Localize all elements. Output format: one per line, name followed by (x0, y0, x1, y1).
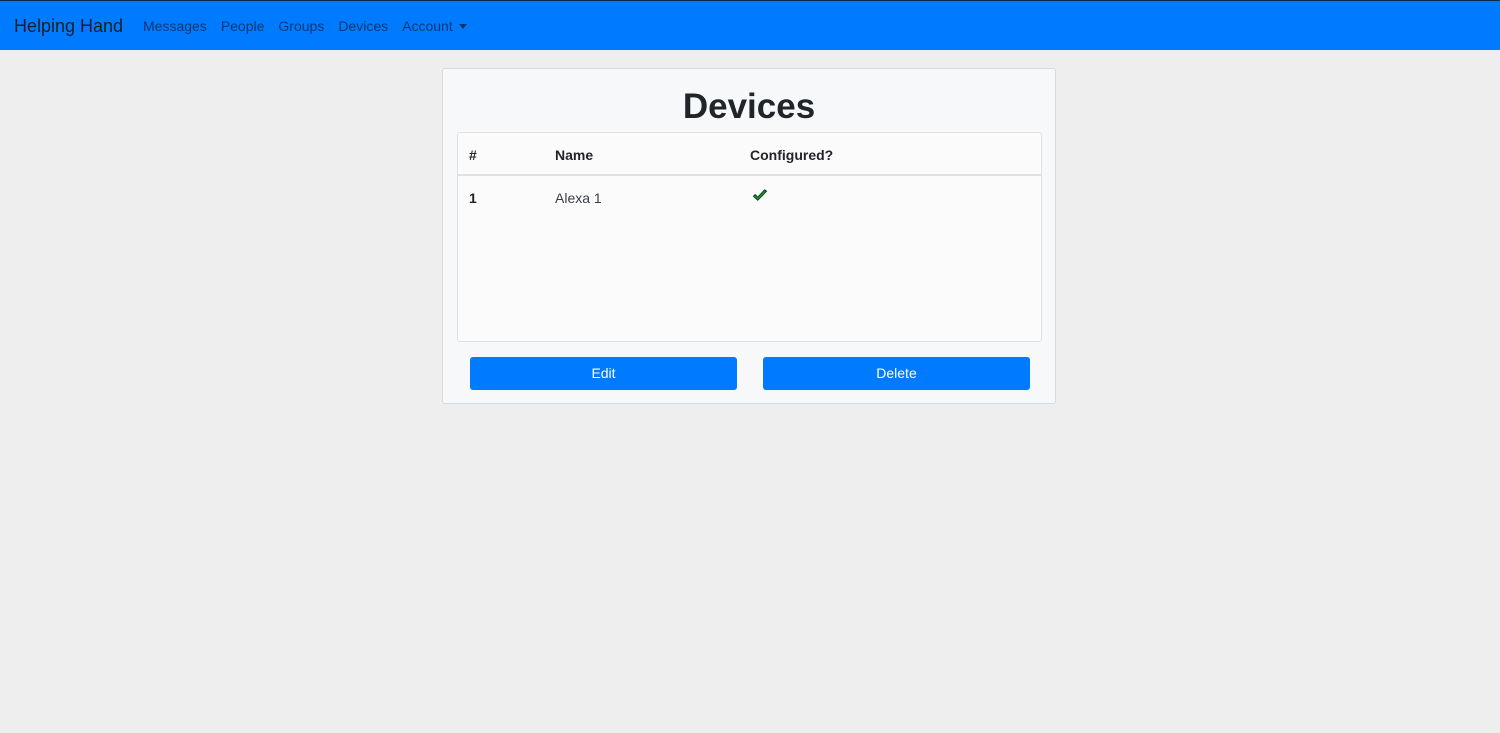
nav-link-messages[interactable]: Messages (143, 17, 207, 35)
nav-link-devices[interactable]: Devices (338, 17, 388, 35)
table-row[interactable]: 1 Alexa 1 (458, 176, 1041, 218)
devices-card: Devices # Name Configured? 1 Alexa 1 Edi… (442, 68, 1056, 404)
devices-table: # Name Configured? 1 Alexa 1 (457, 132, 1042, 342)
caret-down-icon (458, 24, 467, 29)
nav-dropdown-account[interactable]: Account (402, 17, 467, 35)
column-header-number: # (469, 147, 477, 163)
device-number: 1 (469, 190, 477, 206)
nav-links: Messages People Groups Devices Account (143, 17, 481, 35)
nav-link-groups[interactable]: Groups (278, 17, 324, 35)
column-header-name: Name (555, 147, 594, 163)
edit-button[interactable]: Edit (470, 357, 737, 390)
delete-button[interactable]: Delete (763, 357, 1030, 390)
nav-link-people[interactable]: People (221, 17, 265, 35)
page-title: Devices (682, 87, 816, 126)
table-header: # Name Configured? (458, 133, 1041, 176)
column-header-configured: Configured? (750, 147, 834, 163)
checkmark-icon (753, 189, 767, 201)
brand-link[interactable]: Helping Hand (14, 14, 123, 38)
device-name: Alexa 1 (555, 190, 602, 206)
navbar: Helping Hand Messages People Groups Devi… (0, 0, 1500, 50)
nav-dropdown-account-label: Account (402, 18, 453, 34)
